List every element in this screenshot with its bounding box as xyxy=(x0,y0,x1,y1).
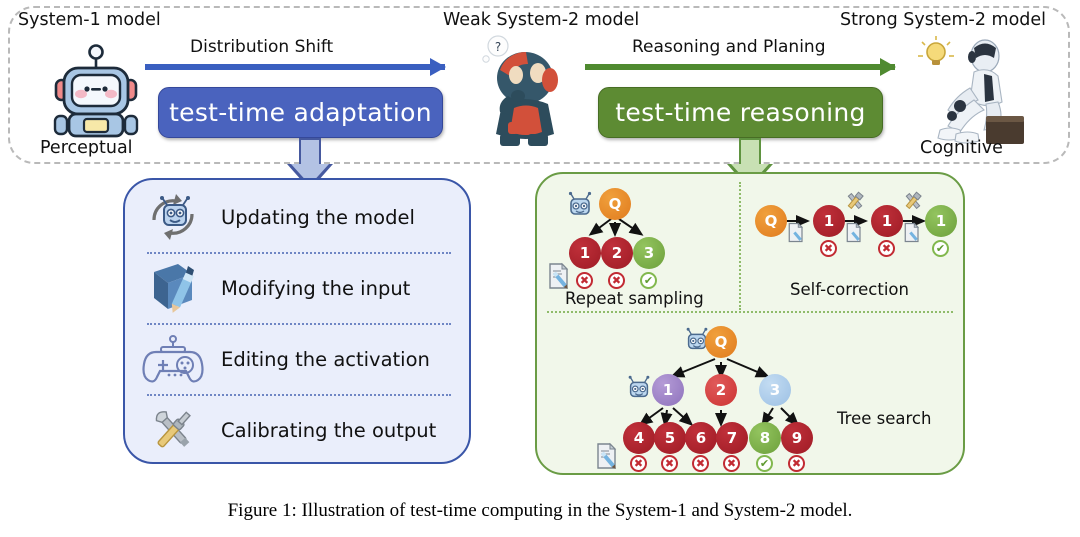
node-root-q-selfcorrect[interactable]: Q xyxy=(755,205,787,237)
refresh-robot-icon xyxy=(125,188,221,246)
mark-selfcorrect-1: ✖ xyxy=(820,240,837,257)
method-label-editing: Editing the activation xyxy=(221,347,430,371)
node-tree-4[interactable]: 4 xyxy=(623,422,655,454)
method-row-editing[interactable]: Editing the activation xyxy=(125,324,469,394)
divider-horizontal xyxy=(547,311,953,313)
mark-selfcorrect-3: ✔ xyxy=(932,240,949,257)
weak-system2-robot-icon: ? xyxy=(470,30,570,150)
arrow-distribution-shift xyxy=(145,58,446,76)
node-root-q-repeat[interactable]: Q xyxy=(599,188,631,220)
mark-tree-5: ✖ xyxy=(661,455,678,472)
document-edit-icon xyxy=(547,262,571,290)
method-row-calibrating[interactable]: Calibrating the output xyxy=(125,395,469,465)
tools-icon-sc1 xyxy=(842,190,868,212)
document-edit-icon-sc1 xyxy=(787,222,805,243)
method-label-modifying: Modifying the input xyxy=(221,276,411,300)
mark-tree-7: ✖ xyxy=(723,455,740,472)
label-cognitive: Cognitive xyxy=(920,138,1003,158)
node-tree-9[interactable]: 9 xyxy=(781,422,813,454)
label-distribution-shift: Distribution Shift xyxy=(190,37,334,57)
document-edit-icon-tree xyxy=(595,442,619,470)
strong-system2-robot-icon xyxy=(912,30,1030,148)
mark-tree-8: ✔ xyxy=(756,455,773,472)
wrench-screwdriver-icon xyxy=(125,404,221,456)
lightbulb-icon xyxy=(918,36,954,65)
right-strategies-panel: Q 1 2 3 ✖ ✖ ✔ Repeat sampling Q 1 1 1 ✖ … xyxy=(535,172,965,475)
label-weak-system2: Weak System-2 model xyxy=(443,10,640,30)
label-repeat-sampling: Repeat sampling xyxy=(565,289,704,308)
mark-selfcorrect-2: ✖ xyxy=(878,240,895,257)
mark-repeat-2: ✖ xyxy=(608,272,625,289)
svg-text:?: ? xyxy=(495,40,501,54)
node-selfcorrect-2[interactable]: 1 xyxy=(871,205,903,237)
book-pencil-icon xyxy=(125,260,221,316)
method-label-calibrating: Calibrating the output xyxy=(221,418,437,442)
node-root-q-tree[interactable]: Q xyxy=(705,326,737,358)
node-selfcorrect-1[interactable]: 1 xyxy=(813,205,845,237)
mark-tree-6: ✖ xyxy=(692,455,709,472)
pill-test-time-reasoning[interactable]: test-time reasoning xyxy=(598,87,883,138)
node-tree-2[interactable]: 2 xyxy=(705,374,737,406)
mark-repeat-1: ✖ xyxy=(576,272,593,289)
left-methods-panel: Updating the model Modifying the input E… xyxy=(123,178,471,464)
node-tree-7[interactable]: 7 xyxy=(716,422,748,454)
node-tree-5[interactable]: 5 xyxy=(654,422,686,454)
node-tree-1[interactable]: 1 xyxy=(652,374,684,406)
tools-icon-sc2 xyxy=(900,190,926,212)
label-reasoning-planning: Reasoning and Planing xyxy=(632,37,826,57)
mark-tree-4: ✖ xyxy=(630,455,647,472)
mark-tree-9: ✖ xyxy=(788,455,805,472)
label-strong-system2: Strong System-2 model xyxy=(840,10,1047,30)
label-self-correction: Self-correction xyxy=(790,280,909,299)
figure-root: ? System-1 model Weak System-2 model Str… xyxy=(0,0,1080,537)
method-row-modifying[interactable]: Modifying the input xyxy=(125,253,469,323)
method-row-updating[interactable]: Updating the model xyxy=(125,182,469,252)
method-label-updating: Updating the model xyxy=(221,205,415,229)
document-edit-icon-sc3 xyxy=(903,222,921,243)
node-tree-8[interactable]: 8 xyxy=(749,422,781,454)
node-repeat-2[interactable]: 2 xyxy=(601,237,633,269)
figure-caption: Figure 1: Illustration of test-time comp… xyxy=(227,500,853,521)
system1-robot-icon xyxy=(42,42,150,138)
label-system1: System-1 model xyxy=(18,10,161,30)
node-selfcorrect-3[interactable]: 1 xyxy=(925,205,957,237)
pill-test-time-adaptation[interactable]: test-time adaptation xyxy=(158,87,443,138)
document-edit-icon-sc2 xyxy=(845,222,863,243)
mark-repeat-3: ✔ xyxy=(640,272,657,289)
node-repeat-1[interactable]: 1 xyxy=(569,237,601,269)
arrow-reasoning-planning xyxy=(585,58,896,76)
label-perceptual: Perceptual xyxy=(40,138,133,158)
node-tree-3[interactable]: 3 xyxy=(759,374,791,406)
node-repeat-3[interactable]: 3 xyxy=(633,237,665,269)
gamepad-icon xyxy=(125,333,221,385)
label-tree-search: Tree search xyxy=(837,409,932,428)
node-tree-6[interactable]: 6 xyxy=(685,422,717,454)
